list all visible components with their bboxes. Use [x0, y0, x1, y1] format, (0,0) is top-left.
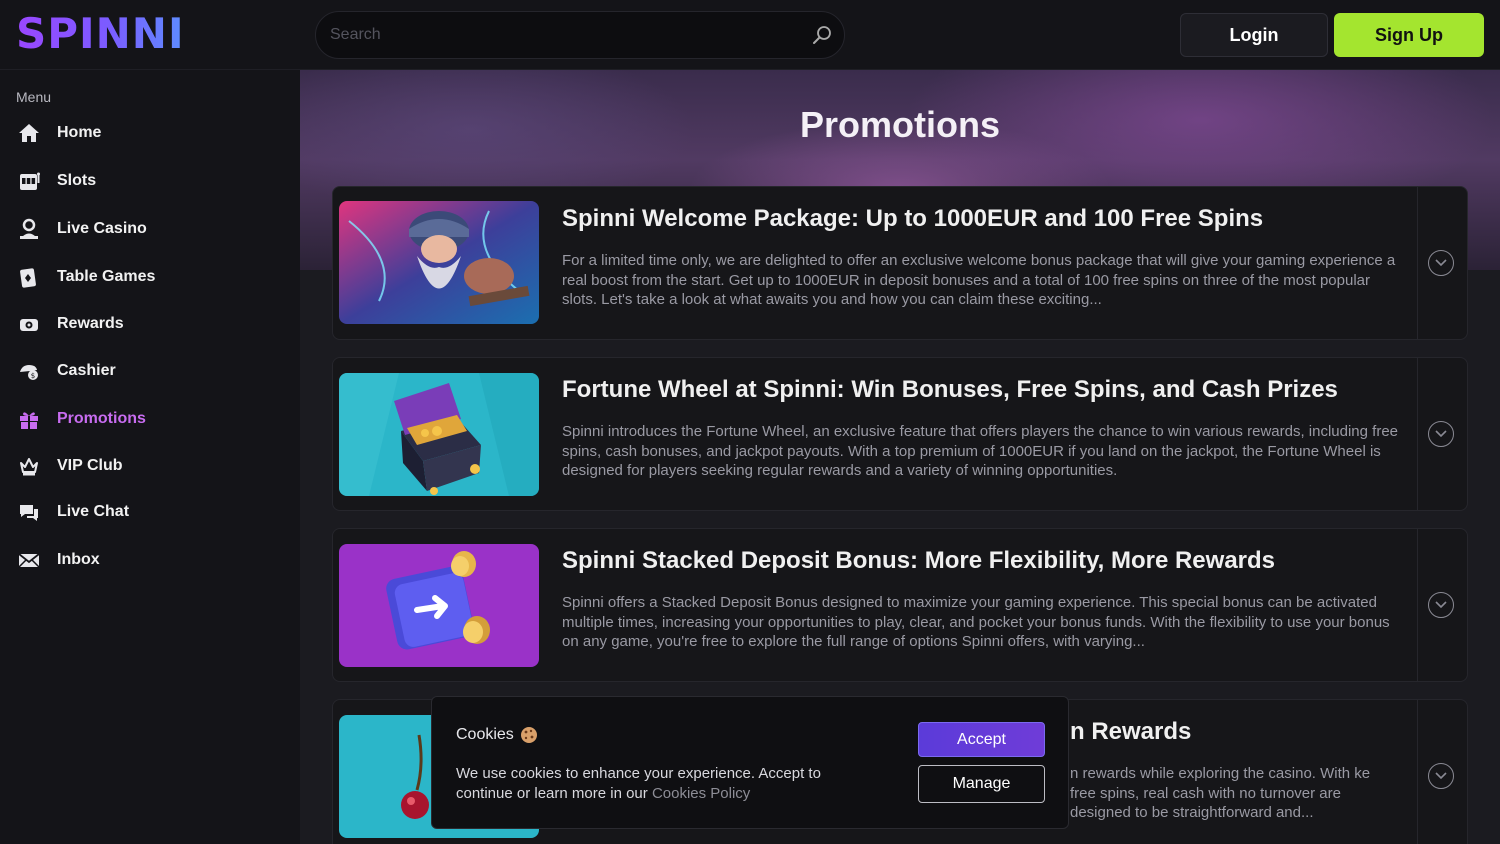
- promotion-card[interactable]: Fortune Wheel at Spinni: Win Bonuses, Fr…: [332, 357, 1468, 511]
- sidebar-item-live-casino[interactable]: Live Casino: [0, 209, 300, 249]
- sidebar-item-label: VIP Club: [57, 457, 123, 474]
- promotion-image-viking[interactable]: [339, 201, 539, 324]
- promotion-image-wallet[interactable]: [339, 544, 539, 667]
- sidebar-item-cashier[interactable]: $ Cashier: [0, 351, 300, 391]
- cookie-text: We use cookies to enhance your experienc…: [456, 765, 821, 802]
- login-button[interactable]: Login: [1180, 13, 1328, 57]
- sidebar-item-vip-club[interactable]: VIP Club: [0, 446, 300, 486]
- sidebar-item-label: Home: [57, 124, 102, 141]
- sidebar-item-live-chat[interactable]: Live Chat: [0, 492, 300, 532]
- expand-button[interactable]: [1428, 592, 1454, 618]
- chevron-down-icon: [1435, 601, 1447, 609]
- chevron-down-icon: [1435, 430, 1447, 438]
- sidebar-item-label: Slots: [57, 172, 97, 189]
- home-icon: [18, 122, 40, 144]
- cookie-title-row: Cookies: [456, 726, 538, 744]
- search-icon[interactable]: [812, 25, 832, 45]
- sidebar-item-rewards[interactable]: Rewards: [0, 304, 300, 344]
- chevron-down-icon: [1435, 259, 1447, 267]
- spinni-logo[interactable]: SPINNI: [16, 9, 185, 58]
- sidebar-item-label: Table Games: [57, 268, 156, 285]
- promotion-description: Spinni offers a Stacked Deposit Bonus de…: [562, 594, 1390, 650]
- expand-button[interactable]: [1428, 421, 1454, 447]
- sidebar-item-table-games[interactable]: Table Games: [0, 257, 300, 297]
- promotion-title[interactable]: Spinni Welcome Package: Up to 1000EUR an…: [562, 205, 1263, 233]
- sidebar: Menu Home Slots Live Casino Table Games …: [0, 70, 300, 844]
- card-divider: [1417, 529, 1418, 681]
- sidebar-item-label: Live Chat: [57, 503, 130, 520]
- sidebar-item-inbox[interactable]: Inbox: [0, 540, 300, 580]
- manage-cookies-button[interactable]: Manage: [918, 765, 1045, 803]
- gift-icon: [18, 408, 40, 430]
- rewards-icon: [18, 313, 40, 335]
- promotion-title[interactable]: Fortune Wheel at Spinni: Win Bonuses, Fr…: [562, 376, 1338, 404]
- promotion-description: n rewards while exploring the casino. Wi…: [1070, 765, 1371, 821]
- card-divider: [1417, 700, 1418, 844]
- promotion-description: For a limited time only, we are delighte…: [562, 252, 1396, 308]
- promotion-description: Spinni introduces the Fortune Wheel, an …: [562, 423, 1399, 479]
- promotion-image-treasure-chest[interactable]: [339, 373, 539, 496]
- expand-button[interactable]: [1428, 250, 1454, 276]
- menu-label: Menu: [16, 89, 52, 105]
- cookies-policy-link[interactable]: Cookies Policy: [652, 785, 750, 802]
- sidebar-item-label: Live Casino: [57, 220, 147, 237]
- sidebar-item-label: Inbox: [57, 551, 100, 568]
- accept-cookies-button[interactable]: Accept: [918, 722, 1045, 757]
- live-casino-icon: [18, 218, 40, 240]
- promotion-title[interactable]: n Rewards: [1070, 718, 1191, 746]
- table-games-icon: [18, 266, 40, 288]
- promotion-title[interactable]: Spinni Stacked Deposit Bonus: More Flexi…: [562, 547, 1275, 575]
- top-header: SPINNI Login Sign Up: [0, 0, 1500, 70]
- cashier-icon: $: [18, 360, 40, 382]
- chevron-down-icon: [1435, 772, 1447, 780]
- cookie-consent-dialog: Cookies We use cookies to enhance your e…: [431, 696, 1069, 829]
- chat-icon: [18, 501, 40, 523]
- sidebar-item-label: Promotions: [57, 410, 146, 427]
- card-divider: [1417, 187, 1418, 339]
- slots-icon: [18, 170, 40, 192]
- sidebar-item-promotions[interactable]: Promotions: [0, 399, 300, 439]
- sidebar-item-home[interactable]: Home: [0, 113, 300, 153]
- card-divider: [1417, 358, 1418, 510]
- sidebar-item-label: Cashier: [57, 362, 116, 379]
- svg-text:$: $: [31, 372, 35, 380]
- envelope-icon: [18, 549, 40, 571]
- sidebar-item-slots[interactable]: Slots: [0, 161, 300, 201]
- sidebar-item-label: Rewards: [57, 315, 124, 332]
- promotion-card[interactable]: Spinni Welcome Package: Up to 1000EUR an…: [332, 186, 1468, 340]
- signup-button[interactable]: Sign Up: [1334, 13, 1484, 57]
- search-bar[interactable]: [315, 11, 845, 59]
- expand-button[interactable]: [1428, 763, 1454, 789]
- cookie-message: We use cookies to enhance your experienc…: [456, 764, 876, 804]
- promotion-card[interactable]: Spinni Stacked Deposit Bonus: More Flexi…: [332, 528, 1468, 682]
- page-title: Promotions: [799, 104, 1000, 145]
- search-input[interactable]: [330, 12, 800, 58]
- cookie-title: Cookies: [456, 726, 514, 743]
- cookie-icon: [520, 727, 537, 743]
- crown-icon: [18, 455, 40, 477]
